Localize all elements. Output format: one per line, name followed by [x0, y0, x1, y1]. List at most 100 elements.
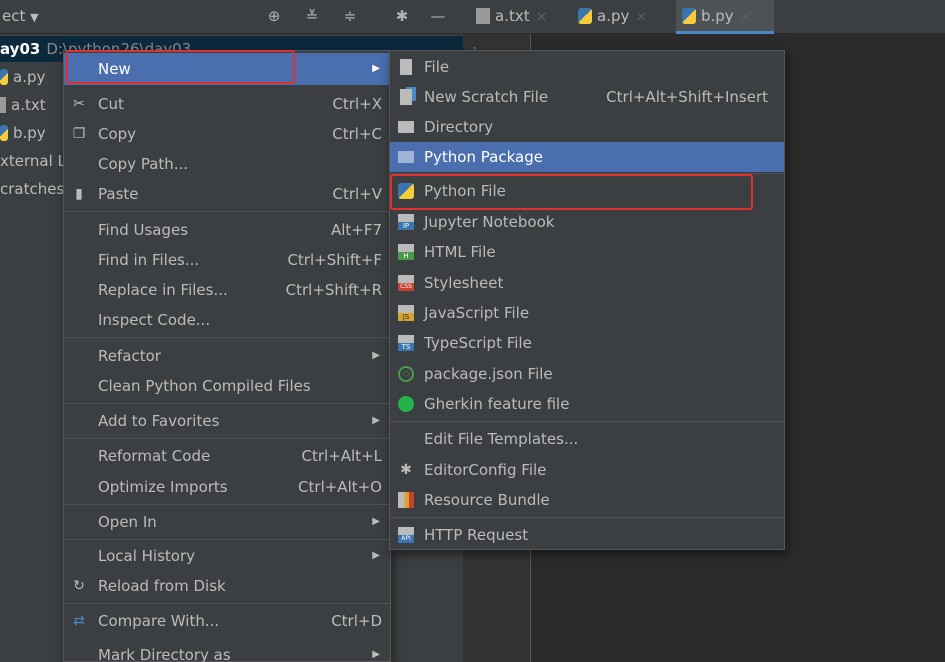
menu-item-label: Open In	[98, 513, 157, 531]
menu-item-label: Clean Python Compiled Files	[98, 377, 311, 395]
submenu-item-javascript[interactable]: JS JavaScript File	[390, 298, 784, 328]
shortcut-label: Ctrl+Shift+R	[285, 281, 382, 299]
menu-item-paste[interactable]: ▮ Paste Ctrl+V	[64, 179, 390, 209]
text-file-icon	[476, 8, 490, 24]
menu-item-label: Local History	[98, 547, 196, 565]
expand-all-icon[interactable]: ≚	[302, 6, 322, 26]
menu-item-add-favorites[interactable]: Add to Favorites ▶	[64, 406, 390, 436]
new-submenu: File New Scratch File Ctrl+Alt+Shift+Ins…	[389, 50, 785, 550]
menu-separator	[64, 211, 390, 212]
menu-item-clean-python[interactable]: Clean Python Compiled Files	[64, 371, 390, 401]
python-file-icon	[682, 8, 696, 24]
submenu-item-python-package[interactable]: Python Package	[390, 142, 784, 172]
menu-item-label: Stylesheet	[424, 274, 504, 292]
submenu-item-edit-templates[interactable]: Edit File Templates...	[390, 424, 784, 454]
tree-item-b-py[interactable]: b.py	[0, 120, 46, 146]
hide-icon[interactable]: —	[428, 6, 448, 26]
menu-item-find-usages[interactable]: Find Usages Alt+F7	[64, 215, 390, 245]
menu-separator	[64, 603, 390, 604]
menu-item-label: Optimize Imports	[98, 478, 228, 496]
menu-item-label: Compare With...	[98, 612, 220, 630]
menu-item-compare-with[interactable]: ⇄ Compare With... Ctrl+D	[64, 606, 390, 636]
menu-item-copy[interactable]: ❐ Copy Ctrl+C	[64, 119, 390, 149]
gear-icon[interactable]: ✱	[392, 6, 412, 26]
menu-item-open-in[interactable]: Open In ▶	[64, 507, 390, 537]
menu-item-find-in-files[interactable]: Find in Files... Ctrl+Shift+F	[64, 245, 390, 275]
menu-item-label: Paste	[98, 185, 139, 203]
typescript-file-icon: TS	[398, 335, 414, 351]
submenu-item-package-json[interactable]: ⬡ package.json File	[390, 359, 784, 389]
menu-item-copy-path[interactable]: Copy Path...	[64, 149, 390, 179]
shortcut-label: Ctrl+D	[331, 612, 382, 630]
submenu-arrow-icon: ▶	[372, 350, 380, 361]
menu-item-local-history[interactable]: Local History ▶	[64, 541, 390, 571]
project-view-selector[interactable]: ect ▼	[2, 7, 39, 25]
menu-item-reformat-code[interactable]: Reformat Code Ctrl+Alt+L	[64, 441, 390, 471]
menu-item-inspect-code[interactable]: Inspect Code...	[64, 305, 390, 335]
submenu-item-jupyter[interactable]: IP Jupyter Notebook	[390, 207, 784, 237]
submenu-item-editorconfig[interactable]: ✱ EditorConfig File	[390, 455, 784, 485]
python-file-icon	[578, 8, 592, 24]
shortcut-label: Ctrl+V	[332, 185, 382, 203]
submenu-item-directory[interactable]: Directory	[390, 112, 784, 142]
submenu-item-typescript[interactable]: TS TypeScript File	[390, 328, 784, 358]
shortcut-label: Ctrl+Alt+L	[301, 447, 383, 465]
menu-separator	[64, 337, 390, 338]
submenu-item-html-file[interactable]: H HTML File	[390, 237, 784, 267]
reload-icon: ↻	[73, 578, 85, 594]
menu-item-label: Gherkin feature file	[424, 395, 570, 413]
resource-bundle-icon	[398, 492, 414, 508]
menu-item-label: Add to Favorites	[98, 412, 220, 430]
tree-item-a-txt[interactable]: a.txt	[0, 92, 46, 118]
menu-item-label: New Scratch File	[424, 88, 549, 106]
collapse-all-icon[interactable]: ≑	[340, 6, 360, 26]
copy-icon: ❐	[72, 126, 86, 142]
menu-item-refactor[interactable]: Refactor ▶	[64, 341, 390, 371]
close-icon[interactable]: ×	[536, 9, 548, 25]
submenu-item-http-request[interactable]: API HTTP Request	[390, 520, 784, 550]
gear-icon: ✱	[400, 462, 412, 478]
shortcut-label: Ctrl+Shift+F	[287, 251, 382, 269]
submenu-item-gherkin[interactable]: Gherkin feature file	[390, 389, 784, 419]
menu-separator	[64, 504, 390, 505]
tab-label: a.py	[597, 7, 630, 25]
menu-item-label: Reformat Code	[98, 447, 211, 465]
menu-item-label: Find Usages	[98, 221, 189, 239]
http-request-icon: API	[398, 527, 414, 543]
close-icon[interactable]: ×	[635, 9, 647, 25]
menu-item-label: Reload from Disk	[98, 577, 226, 595]
menu-item-label: Jupyter Notebook	[424, 213, 555, 231]
tree-item-external-libraries[interactable]: xternal L	[0, 148, 66, 174]
scissors-icon: ✂	[73, 96, 85, 112]
tab-label: a.txt	[495, 7, 530, 25]
submenu-arrow-icon: ▶	[372, 649, 380, 660]
menu-item-cut[interactable]: ✂ Cut Ctrl+X	[64, 89, 390, 119]
clipboard-icon: ▮	[75, 186, 83, 202]
tree-item-label: a.py	[13, 68, 46, 86]
tree-item-a-py[interactable]: a.py	[0, 64, 45, 90]
tree-item-label: xternal L	[0, 152, 66, 170]
menu-item-label: File	[424, 58, 450, 76]
menu-item-mark-directory[interactable]: Mark Directory as ▶	[64, 640, 390, 662]
css-file-icon: CSS	[398, 275, 414, 291]
locate-icon[interactable]: ⊕	[264, 6, 284, 26]
tab-b-py[interactable]: b.py ×	[676, 0, 774, 34]
menu-item-label: package.json File	[424, 365, 553, 383]
submenu-item-file[interactable]: File	[390, 52, 784, 82]
menu-separator	[64, 438, 390, 439]
submenu-item-resource-bundle[interactable]: Resource Bundle	[390, 485, 784, 515]
menu-item-label: Directory	[424, 118, 494, 136]
tab-a-py[interactable]: a.py ×	[572, 0, 672, 34]
submenu-item-new-scratch[interactable]: New Scratch File Ctrl+Alt+Shift+Insert	[390, 82, 784, 112]
menu-item-label: Mark Directory as	[98, 646, 231, 662]
menu-item-replace-in-files[interactable]: Replace in Files... Ctrl+Shift+R	[64, 275, 390, 305]
submenu-arrow-icon: ▶	[372, 516, 380, 527]
tab-a-txt[interactable]: a.txt ×	[470, 0, 568, 34]
submenu-item-stylesheet[interactable]: CSS Stylesheet	[390, 268, 784, 298]
close-icon[interactable]: ×	[740, 9, 752, 25]
menu-item-optimize-imports[interactable]: Optimize Imports Ctrl+Alt+O	[64, 472, 390, 502]
annotation-highlight-python-file	[390, 174, 753, 210]
menu-item-reload-disk[interactable]: ↻ Reload from Disk	[64, 571, 390, 601]
context-menu: New ▶ ✂ Cut Ctrl+X ❐ Copy Ctrl+C Copy Path...…	[63, 50, 391, 662]
tree-item-scratches[interactable]: cratches	[0, 176, 64, 202]
